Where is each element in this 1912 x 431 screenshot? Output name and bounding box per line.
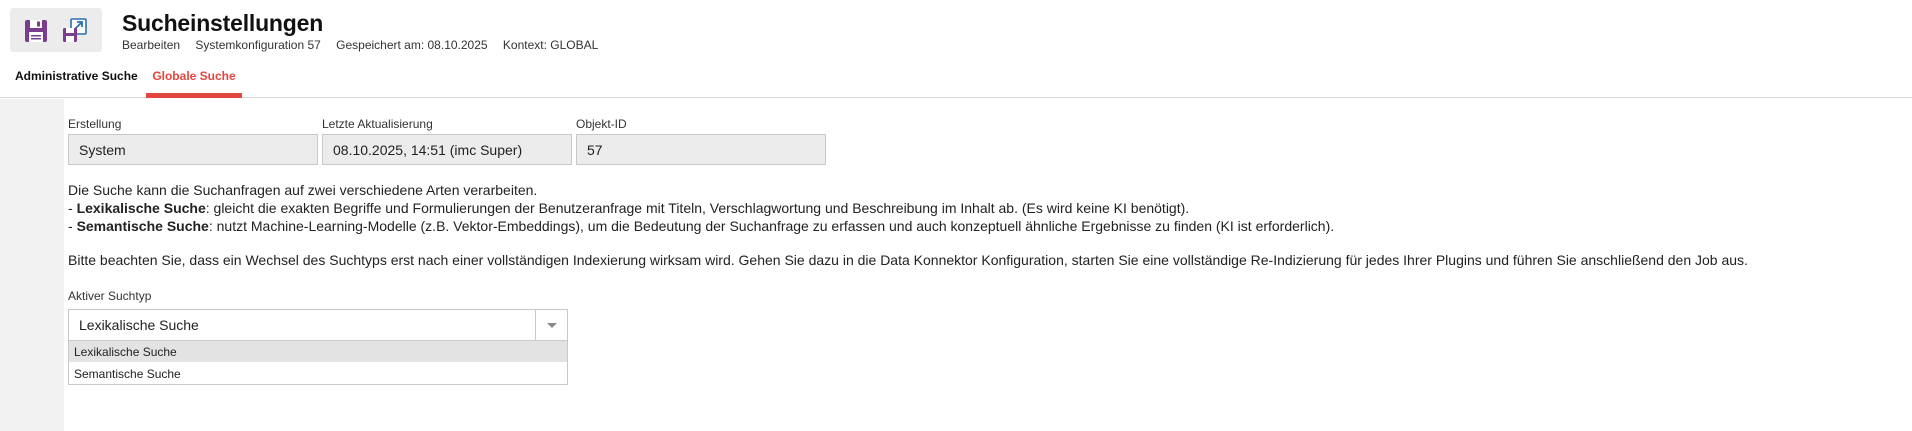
search-type-selected-value: Lexikalische Suche	[79, 317, 199, 333]
save-icon[interactable]	[22, 17, 50, 45]
page-meta: Bearbeiten Systemkonfiguration 57 Gespei…	[122, 38, 610, 52]
option-lexical-search[interactable]: Lexikalische Suche	[69, 341, 567, 362]
tab-administrative-search[interactable]: Administrative Suche	[15, 60, 140, 98]
creation-field: System	[68, 134, 318, 165]
semantic-text: : nutzt Machine-Learning-Modelle (z.B. V…	[208, 218, 1335, 234]
reindex-note: Bitte beachten Sie, dass ein Wechsel des…	[68, 252, 1748, 268]
page-title: Sucheinstellungen	[122, 10, 324, 36]
lexical-term: Lexikalische Suche	[76, 200, 206, 216]
semantic-term: Semantische Suche	[76, 218, 209, 234]
save-as-icon[interactable]	[61, 17, 89, 45]
meta-mode: Bearbeiten	[122, 38, 181, 52]
description-lexical: - Lexikalische Suche: gleicht die exakte…	[68, 200, 1190, 216]
chevron-down-icon[interactable]	[535, 310, 567, 340]
left-gutter	[0, 99, 64, 431]
meta-saved: Gespeichert am: 08.10.2025	[336, 38, 488, 52]
creation-label: Erstellung	[68, 117, 122, 131]
description-semantic: - Semantische Suche: nutzt Machine-Learn…	[68, 218, 1335, 234]
search-type-dropdown: Lexikalische Suche Semantische Suche	[68, 341, 568, 385]
last-update-field: 08.10.2025, 14:51 (imc Super)	[322, 134, 572, 165]
option-semantic-search[interactable]: Semantische Suche	[69, 363, 567, 384]
object-id-field: 57	[576, 134, 826, 165]
search-description: Die Suche kann die Suchanfragen auf zwei…	[68, 181, 1334, 235]
tab-global-search[interactable]: Globale Suche	[146, 60, 242, 98]
toolbar	[10, 8, 102, 52]
search-type-select[interactable]: Lexikalische Suche	[68, 309, 568, 341]
description-intro: Die Suche kann die Suchanfragen auf zwei…	[68, 182, 538, 198]
meta-config: Systemkonfiguration 57	[195, 38, 321, 52]
search-type-label: Aktiver Suchtyp	[68, 289, 152, 303]
page-header: Sucheinstellungen Bearbeiten Systemkonfi…	[0, 0, 1912, 98]
object-id-label: Objekt-ID	[576, 117, 627, 131]
last-update-label: Letzte Aktualisierung	[322, 117, 433, 131]
lexical-text: : gleicht die exakten Begriffe und Formu…	[205, 200, 1190, 216]
meta-context: Kontext: GLOBAL	[502, 38, 599, 52]
